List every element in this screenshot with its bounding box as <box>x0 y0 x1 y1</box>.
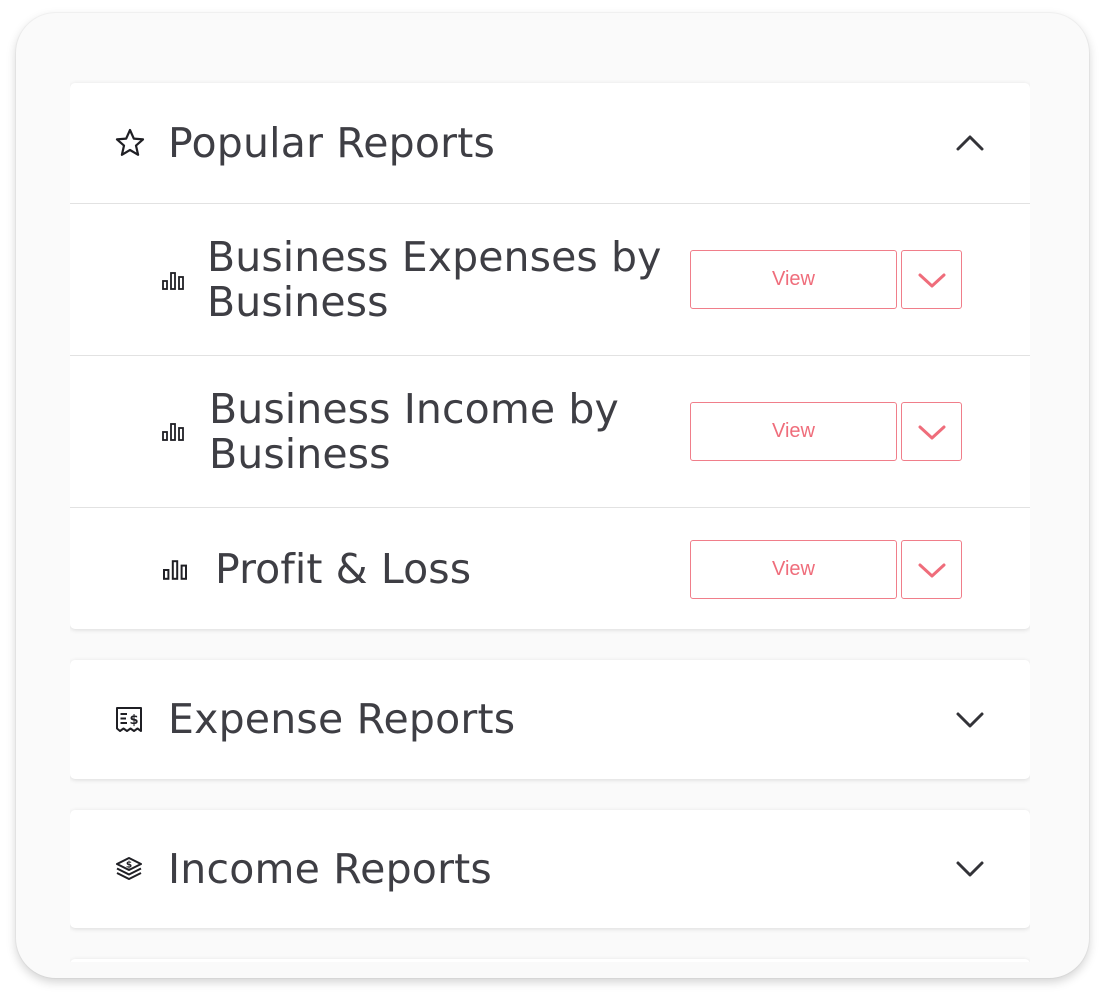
star-icon <box>115 128 145 156</box>
report-row-business-income: Business Income by Business View <box>70 355 1030 508</box>
money-stack-icon: $ <box>116 857 142 880</box>
popular-reports-section: Popular Reports Business Expenses by Bus… <box>70 83 1030 629</box>
report-options-button[interactable] <box>901 402 962 461</box>
reports-list: Popular Reports Business Expenses by Bus… <box>70 69 1030 962</box>
receipt-dollar-icon: $ <box>116 707 142 732</box>
bar-chart-icon <box>162 423 184 441</box>
chevron-up-icon[interactable] <box>954 131 986 155</box>
chevron-down-icon <box>918 273 945 287</box>
report-title: Business Income by Business <box>209 385 619 478</box>
income-reports-header[interactable]: $ Income Reports <box>70 810 1030 928</box>
section-title: Popular Reports <box>168 119 496 167</box>
report-row-business-expenses: Business Expenses by Business View <box>70 203 1030 356</box>
chevron-down-icon[interactable] <box>954 857 986 881</box>
view-button[interactable]: View <box>690 402 897 461</box>
chevron-down-icon[interactable] <box>954 708 986 732</box>
chevron-down-icon <box>918 563 945 577</box>
expense-reports-header[interactable]: $ Expense Reports <box>70 660 1030 779</box>
svg-text:$: $ <box>129 713 138 728</box>
bar-chart-icon <box>162 272 184 290</box>
app-frame: Popular Reports Business Expenses by Bus… <box>16 13 1089 978</box>
expense-reports-section: $ Expense Reports <box>70 660 1030 779</box>
report-options-button[interactable] <box>901 540 962 599</box>
view-button[interactable]: View <box>690 540 897 599</box>
report-title: Profit & Loss <box>215 545 472 593</box>
section-title: Expense Reports <box>168 695 516 743</box>
next-section-card <box>70 959 1030 962</box>
view-button[interactable]: View <box>690 250 897 309</box>
popular-reports-header[interactable]: Popular Reports <box>70 83 1030 203</box>
report-row-profit-loss: Profit & Loss View <box>70 507 1030 629</box>
bar-chart-icon <box>163 560 187 580</box>
income-reports-section: $ Income Reports <box>70 810 1030 928</box>
report-title: Business Expenses by Business <box>207 233 662 326</box>
svg-text:$: $ <box>126 861 132 871</box>
report-options-button[interactable] <box>901 250 962 309</box>
section-title: Income Reports <box>168 845 492 893</box>
chevron-down-icon <box>918 425 945 439</box>
